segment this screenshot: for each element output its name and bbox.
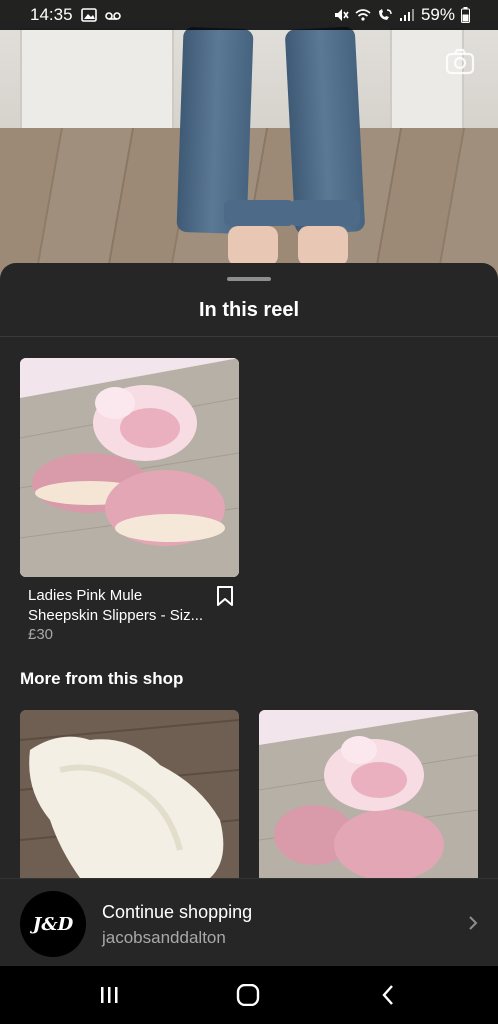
rug-photo	[20, 710, 239, 878]
status-right: 59%	[333, 5, 470, 25]
product-image[interactable]	[20, 358, 239, 577]
door-right	[390, 28, 464, 132]
chevron-right-icon[interactable]	[468, 915, 478, 931]
battery-percent: 59%	[420, 5, 455, 24]
mute-icon	[334, 9, 349, 21]
right-ankle	[298, 226, 348, 266]
voicemail-icon	[104, 12, 121, 20]
camera-icon[interactable]	[444, 46, 476, 78]
signal-icon	[399, 9, 414, 21]
product-price: £30	[28, 626, 54, 643]
image-icon	[80, 8, 97, 22]
android-nav-bar	[0, 966, 498, 1024]
sheet-drag-handle[interactable]	[227, 277, 271, 281]
shop-avatar-logo: J&D	[32, 913, 74, 935]
continue-shopping-label: Continue shopping	[102, 902, 253, 922]
divider	[0, 336, 498, 337]
battery-icon	[461, 7, 470, 23]
bookmark-icon[interactable]	[216, 586, 234, 606]
shop-item-sheepskin-rug[interactable]	[20, 710, 239, 878]
right-cuff	[290, 200, 360, 226]
product-name-line1: Ladies Pink Mule	[28, 587, 143, 604]
products-sheet: In this reel Ladies Pink Mule Sheepskin …	[0, 263, 498, 966]
slipper-photo-2	[259, 710, 478, 878]
status-bar: 14:35 59%	[0, 0, 498, 30]
shop-handle: jacobsanddalton	[102, 928, 226, 947]
door	[20, 28, 174, 130]
left-ankle	[228, 226, 278, 266]
slipper-photo	[20, 358, 239, 577]
status-time: 14:35	[30, 5, 73, 24]
reel-background-video[interactable]	[0, 0, 498, 280]
product-name-line2: Sheepskin Slippers - Siz...	[28, 607, 203, 624]
product-card[interactable]: Ladies Pink Mule Sheepskin Slippers - Si…	[20, 358, 239, 643]
product-name[interactable]: Ladies Pink Mule Sheepskin Slippers - Si…	[28, 586, 203, 626]
continue-shopping-bar[interactable]: J&D Continue shopping jacobsanddalton	[0, 878, 498, 967]
shop-item-pink-slippers[interactable]	[259, 710, 478, 878]
more-from-shop-title: More from this shop	[20, 669, 184, 688]
status-left: 14:35	[30, 5, 121, 25]
back-icon[interactable]	[377, 984, 403, 1006]
wifi-call-icon	[378, 9, 392, 20]
left-cuff	[224, 200, 294, 226]
recents-icon[interactable]	[96, 984, 122, 1006]
wifi-icon	[355, 9, 371, 21]
sheet-title: In this reel	[198, 299, 300, 321]
shop-avatar[interactable]: J&D	[20, 891, 86, 957]
home-icon[interactable]	[235, 984, 261, 1006]
